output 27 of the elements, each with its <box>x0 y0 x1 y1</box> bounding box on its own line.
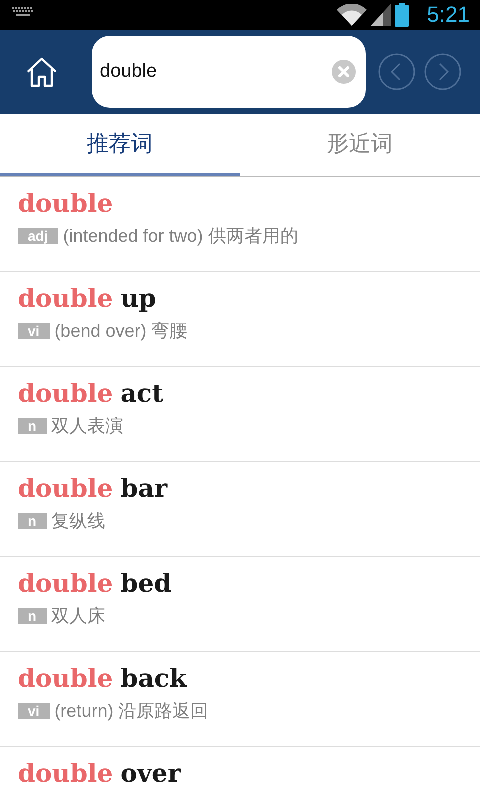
headword[interactable]: double act <box>18 379 164 408</box>
part-of-speech-tag: vi <box>18 703 50 719</box>
definition: 双人床 <box>52 605 106 628</box>
definition: 双人表演 <box>52 415 124 438</box>
definition: (intended for two) 供两者用的 <box>63 225 298 248</box>
headword[interactable]: double bar <box>18 474 168 503</box>
definition: (return) 沿原路返回 <box>54 700 209 723</box>
part-of-speech-tag: vi <box>18 323 50 339</box>
part-of-speech-tag: n <box>18 608 47 624</box>
keyboard-icon <box>12 7 34 17</box>
clear-icon[interactable] <box>332 60 356 84</box>
signal-icon <box>371 4 392 26</box>
part-of-speech-tag: adj <box>18 228 58 244</box>
headword[interactable]: double bed <box>18 569 172 598</box>
headword[interactable]: double up <box>18 284 156 313</box>
definition: (bend over) 弯腰 <box>54 320 188 343</box>
headword[interactable]: double back <box>18 664 187 693</box>
part-of-speech-tag: n <box>18 418 47 434</box>
wifi-icon <box>337 4 368 26</box>
search-field[interactable]: double <box>92 36 366 108</box>
battery-icon <box>395 3 410 27</box>
headword[interactable]: double over <box>18 759 181 788</box>
definition: 复纵线 <box>52 510 106 533</box>
back-button[interactable] <box>378 53 416 91</box>
clock: 5:21 <box>427 2 470 28</box>
part-of-speech-tag: n <box>18 513 47 529</box>
forward-button[interactable] <box>424 53 462 91</box>
